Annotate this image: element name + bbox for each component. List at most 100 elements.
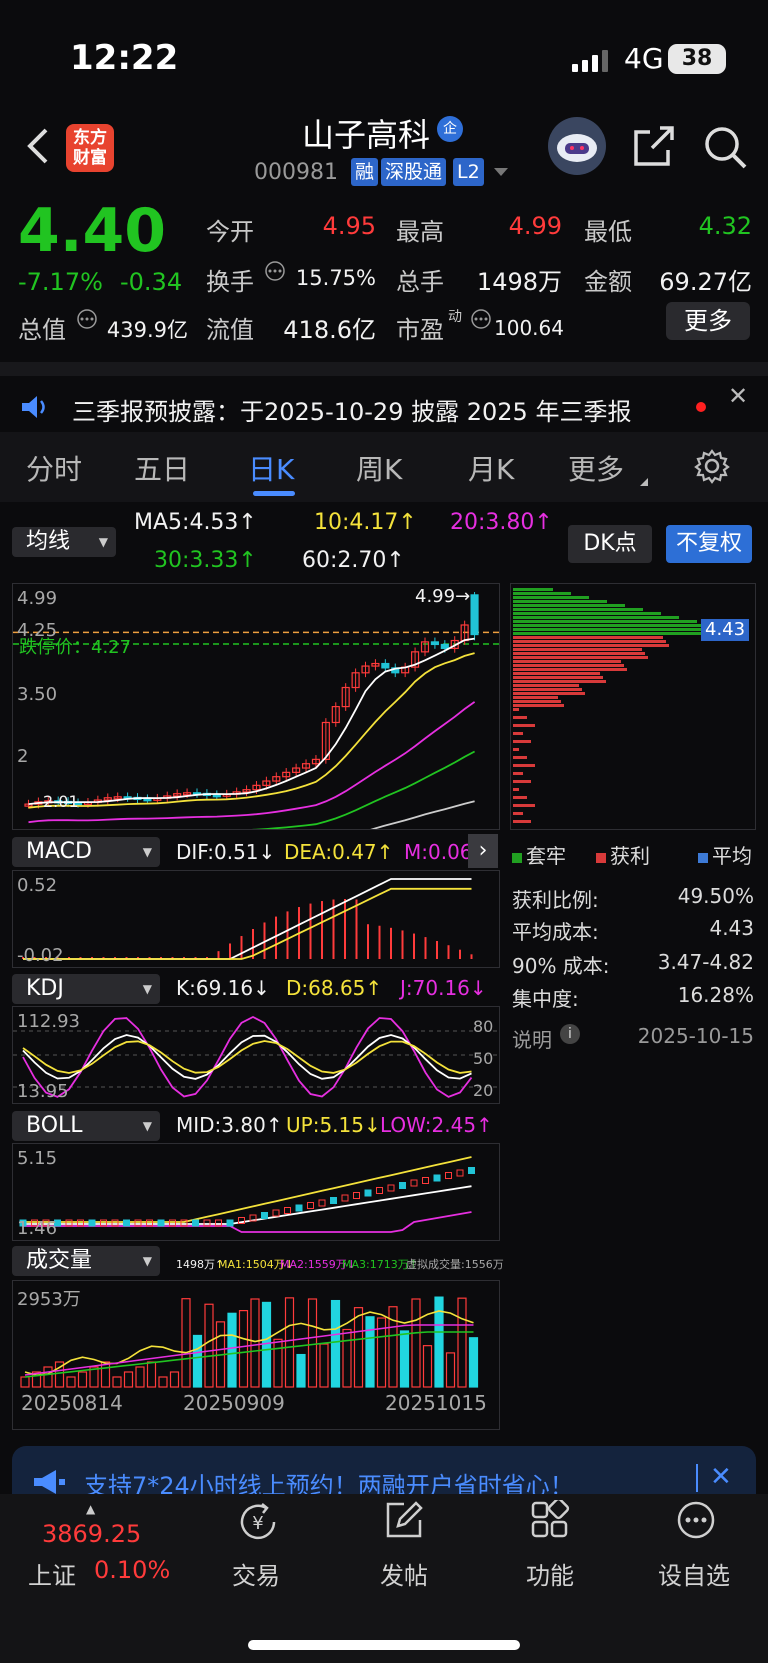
boll-candle	[410, 1179, 418, 1187]
open-label: 今开	[206, 218, 254, 246]
legend-trapped-label: 套牢	[526, 844, 566, 868]
chip-bar-profit	[513, 648, 642, 651]
kline-chart[interactable]	[13, 584, 499, 829]
chip-bar-profit	[513, 684, 579, 687]
boll-candle	[341, 1194, 349, 1202]
boll-candle	[399, 1182, 406, 1189]
kdj-k: K:69.16↓	[176, 976, 270, 1000]
tab-more[interactable]: 更多	[568, 448, 624, 488]
volume-bar	[365, 1316, 375, 1388]
ma-selector[interactable]: 均线 ▼	[12, 527, 116, 557]
close-icon[interactable]: ✕	[710, 1462, 732, 1492]
boll-candle	[295, 1204, 303, 1212]
kdj-panel[interactable]: 112.93 13.95 80 50 20	[12, 1006, 500, 1104]
pe-value: 100.64	[494, 316, 564, 340]
nav-function[interactable]: 功能	[526, 1556, 574, 1591]
volume-panel[interactable]: 2953万 20250814 20250909 20251015	[12, 1280, 500, 1430]
candle	[381, 662, 390, 669]
x-date-2: 20250909	[183, 1391, 285, 1415]
chip-bar-profit	[513, 668, 627, 671]
chip-bar-trapped	[513, 628, 733, 631]
chip-bar-profit	[513, 692, 585, 695]
adjust-button[interactable]: 不复权	[666, 525, 752, 563]
tag-margin: 融	[351, 158, 379, 186]
volume-bar	[445, 1352, 456, 1388]
kline-panel[interactable]: 4.99 4.25 3.50 2 跌停价：4.27 4.99→ 2.01	[12, 583, 500, 830]
kdj-selector[interactable]: KDJ ▼	[12, 974, 160, 1004]
legend-trapped: 套牢	[512, 840, 566, 869]
search-icon[interactable]	[702, 124, 748, 170]
macd-panel[interactable]: 0.52 -0.02	[12, 870, 500, 968]
notice-text[interactable]: 三季报预披露：于2025-10-29 披露 2025 年三季报	[72, 392, 631, 427]
dk-point-button[interactable]: DK点	[568, 525, 652, 563]
chevron-down-icon[interactable]	[494, 168, 508, 178]
boll-mid: MID:3.80↑	[176, 1113, 283, 1137]
share-icon[interactable]	[632, 124, 676, 168]
boll-candle	[203, 1219, 211, 1227]
profit-ratio-label: 获利比例:	[512, 888, 599, 912]
vol-virtual: 虚拟成交量:1556万	[406, 1258, 504, 1271]
macd-selector[interactable]: MACD ▼	[12, 837, 160, 867]
chip-bar-profit	[513, 708, 519, 711]
index-percent[interactable]: 0.10%	[94, 1556, 170, 1584]
kdj-top: 112.93	[17, 1011, 80, 1032]
cost90-value: 3.47-4.82	[657, 950, 754, 974]
pe-sup: 动	[448, 309, 462, 325]
index-value[interactable]: 3869.25	[42, 1520, 141, 1548]
info-dots-icon[interactable]	[76, 308, 98, 330]
tab-day-k[interactable]: 日K	[248, 448, 294, 488]
more-button[interactable]: 更多	[666, 302, 750, 340]
settings-gear-icon[interactable]	[694, 448, 730, 484]
chip-bar-profit	[513, 820, 531, 823]
trade-yen-icon[interactable]: ¥	[236, 1500, 280, 1544]
divider	[0, 362, 768, 376]
chip-bar-profit	[513, 640, 666, 643]
chevron-down-icon: ▼	[142, 1254, 152, 1268]
back-arrow-icon[interactable]	[22, 126, 52, 166]
note-label[interactable]: 说明	[512, 1024, 552, 1053]
divider	[696, 1464, 698, 1492]
expand-arrow-icon[interactable]: ›	[468, 834, 498, 868]
chip-bar-profit	[513, 812, 523, 815]
boll-top: 5.15	[17, 1148, 58, 1169]
tab-intraday[interactable]: 分时	[26, 448, 82, 488]
index-name[interactable]: 上证	[28, 1556, 76, 1591]
nav-post[interactable]: 发帖	[380, 1556, 428, 1591]
boll-candle	[284, 1207, 291, 1214]
info-dots-icon[interactable]	[470, 308, 492, 330]
tab-week-k[interactable]: 周K	[356, 448, 402, 488]
more-circle-icon[interactable]	[676, 1500, 716, 1540]
function-grid-icon[interactable]	[530, 1500, 570, 1540]
chip-bar-trapped	[513, 600, 607, 603]
candle	[143, 798, 152, 802]
chevron-down-icon: ▼	[142, 982, 152, 996]
tab-five-day[interactable]: 五日	[134, 448, 190, 488]
nav-trade[interactable]: 交易	[232, 1556, 280, 1591]
info-icon[interactable]: i	[560, 1024, 580, 1044]
chip-bar-trapped	[513, 604, 625, 607]
boll-panel[interactable]: 5.15 1.46	[12, 1143, 500, 1241]
kdj-d-line	[22, 1040, 472, 1074]
kdj-level-50: 50	[473, 1049, 494, 1068]
legend-profit: 获利	[596, 840, 650, 869]
volume-value: 1498万	[476, 268, 562, 296]
macd-dea-line	[23, 887, 472, 960]
boll-up: UP:5.15↓	[286, 1113, 381, 1137]
tab-month-k[interactable]: 月K	[468, 448, 514, 488]
current-price: 4.40	[18, 196, 167, 266]
mktcap-value: 439.9亿	[106, 318, 188, 342]
close-icon[interactable]: ✕	[728, 382, 748, 410]
chip-distribution[interactable]: 4.43	[510, 583, 756, 830]
chip-bar-profit	[513, 672, 600, 675]
info-dots-icon[interactable]	[264, 260, 286, 282]
volume-bar	[135, 1366, 145, 1388]
volume-selector[interactable]: 成交量 ▼	[12, 1246, 160, 1276]
nav-watchlist[interactable]: 设自选	[658, 1556, 730, 1591]
ma20-value: 20:3.80↑	[450, 510, 553, 535]
boll-selector[interactable]: BOLL ▼	[12, 1111, 160, 1141]
legend-average: 平均	[698, 840, 752, 869]
svg-text:¥: ¥	[252, 1513, 263, 1534]
assistant-robot-icon[interactable]	[548, 117, 606, 175]
volume-bar	[169, 1371, 180, 1388]
post-edit-icon[interactable]	[384, 1500, 424, 1540]
